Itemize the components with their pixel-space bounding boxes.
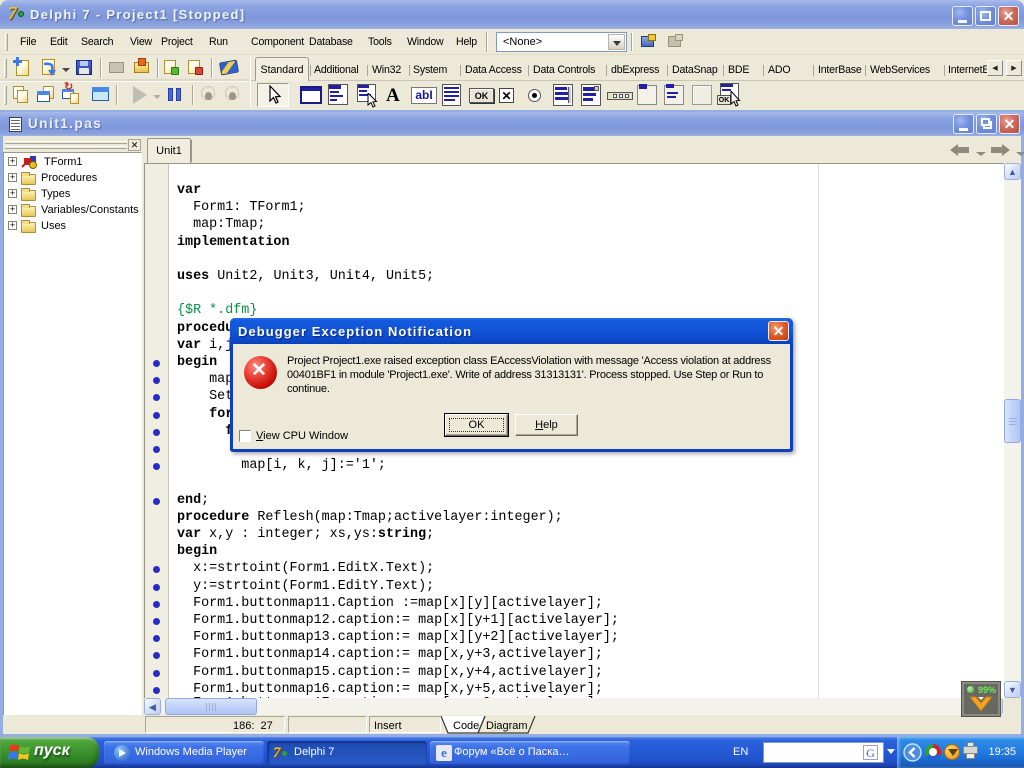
svg-text:Diagram: Diagram [486,720,528,732]
svg-text:Code: Code [453,720,479,732]
